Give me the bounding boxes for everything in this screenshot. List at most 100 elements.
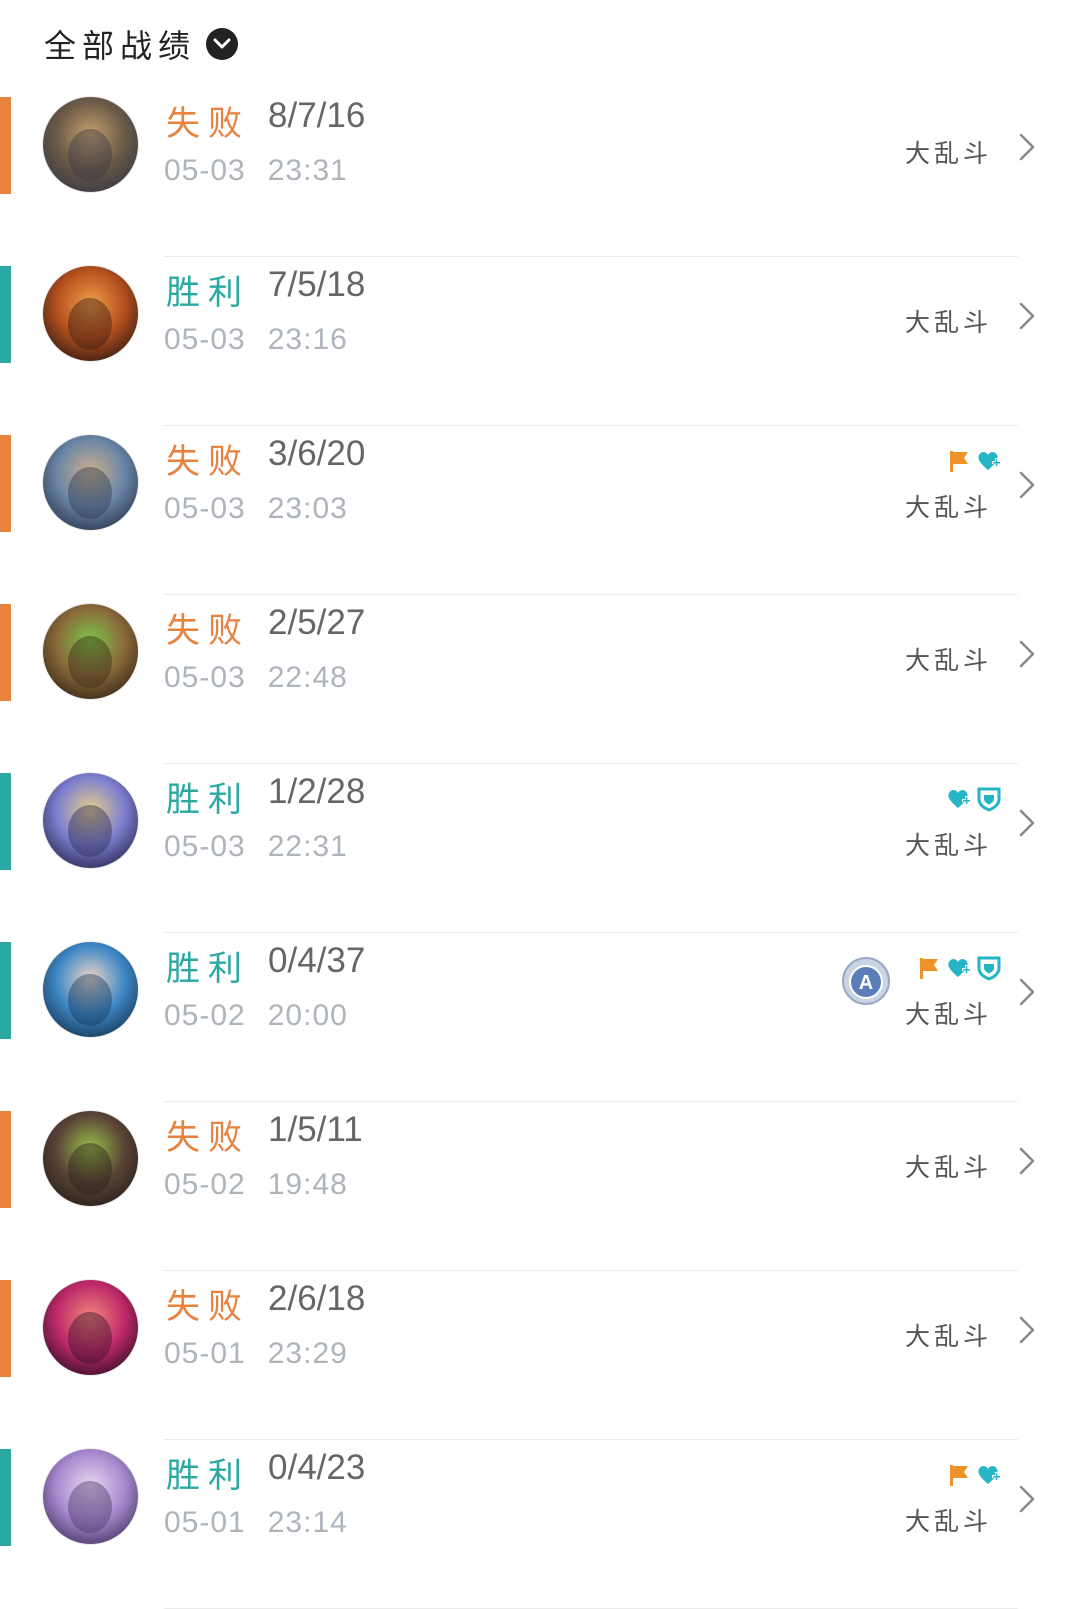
game-mode: 大乱斗 xyxy=(904,831,992,860)
match-date: 05-03 xyxy=(164,830,246,863)
kda-score: 8/7/16 xyxy=(268,96,366,135)
shield-icon xyxy=(976,955,1002,981)
match-datetime: 05-01 23:29 xyxy=(164,1337,348,1371)
match-time: 22:48 xyxy=(267,661,348,694)
champion-avatar xyxy=(43,1280,138,1375)
champion-avatar xyxy=(43,266,138,361)
heal-icon xyxy=(976,1462,1002,1488)
flag-icon xyxy=(946,448,972,474)
champion-avatar xyxy=(43,1449,138,1544)
game-mode: 大乱斗 xyxy=(904,493,992,522)
match-date: 05-03 xyxy=(164,323,246,356)
match-datetime: 05-01 23:14 xyxy=(164,1506,348,1540)
heal-icon xyxy=(946,955,972,981)
kda-score: 1/5/11 xyxy=(268,1110,363,1149)
match-date: 05-03 xyxy=(164,154,246,187)
achievement-badges xyxy=(916,955,1002,981)
match-row[interactable]: 失败 1/5/11 05-02 19:48 大乱斗 xyxy=(0,1102,1080,1271)
match-result: 胜利 xyxy=(166,780,250,820)
champion-avatar xyxy=(43,97,138,192)
match-result: 胜利 xyxy=(166,1456,250,1496)
match-date: 05-03 xyxy=(164,492,246,525)
result-indicator-strip xyxy=(0,604,11,701)
chevron-right-icon[interactable] xyxy=(1018,808,1036,842)
chevron-right-icon[interactable] xyxy=(1018,470,1036,504)
match-result: 失败 xyxy=(166,1287,250,1327)
match-result: 胜利 xyxy=(166,949,250,989)
svg-text:A: A xyxy=(859,972,873,994)
match-row[interactable]: 失败 2/5/27 05-03 22:48 大乱斗 xyxy=(0,595,1080,764)
game-mode: 大乱斗 xyxy=(904,1000,992,1029)
chevron-right-icon[interactable] xyxy=(1018,1146,1036,1180)
game-mode: 大乱斗 xyxy=(904,646,992,675)
shield-icon xyxy=(976,786,1002,812)
match-row[interactable]: 胜利 0/4/37 05-02 20:00 大乱斗 A xyxy=(0,933,1080,1102)
chevron-right-icon[interactable] xyxy=(1018,1315,1036,1349)
achievement-badges xyxy=(946,448,1002,474)
result-indicator-strip xyxy=(0,942,11,1039)
champion-avatar xyxy=(43,435,138,530)
match-datetime: 05-03 23:31 xyxy=(164,154,348,188)
match-datetime: 05-02 19:48 xyxy=(164,1168,348,1202)
match-result: 胜利 xyxy=(166,273,250,313)
match-time: 22:31 xyxy=(267,830,348,863)
match-date: 05-02 xyxy=(164,999,246,1032)
achievement-badges xyxy=(946,1462,1002,1488)
heal-icon xyxy=(946,786,972,812)
game-mode: 大乱斗 xyxy=(904,139,992,168)
match-time: 23:31 xyxy=(267,154,348,187)
rank-badge-icon: A xyxy=(840,955,892,1007)
match-row[interactable]: 胜利 1/2/28 05-03 22:31 大乱斗 xyxy=(0,764,1080,933)
match-time: 23:16 xyxy=(267,323,348,356)
result-indicator-strip xyxy=(0,435,11,532)
match-row[interactable]: 失败 3/6/20 05-03 23:03 大乱斗 xyxy=(0,426,1080,595)
kda-score: 3/6/20 xyxy=(268,434,366,473)
match-datetime: 05-03 23:03 xyxy=(164,492,348,526)
result-indicator-strip xyxy=(0,1280,11,1377)
kda-score: 7/5/18 xyxy=(268,265,366,304)
game-mode: 大乱斗 xyxy=(904,1322,992,1351)
filter-title: 全部战绩 xyxy=(44,27,197,65)
result-indicator-strip xyxy=(0,773,11,870)
result-indicator-strip xyxy=(0,1449,11,1546)
match-time: 20:00 xyxy=(267,999,348,1032)
flag-icon xyxy=(916,955,942,981)
match-time: 23:03 xyxy=(267,492,348,525)
match-result: 失败 xyxy=(166,611,250,651)
match-datetime: 05-03 23:16 xyxy=(164,323,348,357)
match-row[interactable]: 胜利 0/4/23 05-01 23:14 大乱斗 xyxy=(0,1440,1080,1609)
match-date: 05-03 xyxy=(164,661,246,694)
kda-score: 0/4/23 xyxy=(268,1448,366,1487)
match-datetime: 05-03 22:31 xyxy=(164,830,348,864)
game-mode: 大乱斗 xyxy=(904,308,992,337)
chevron-right-icon[interactable] xyxy=(1018,301,1036,335)
flag-icon xyxy=(946,1462,972,1488)
game-mode: 大乱斗 xyxy=(904,1153,992,1182)
match-datetime: 05-02 20:00 xyxy=(164,999,348,1033)
match-time: 23:14 xyxy=(267,1506,348,1539)
match-row[interactable]: 胜利 7/5/18 05-03 23:16 大乱斗 xyxy=(0,257,1080,426)
match-list: 失败 8/7/16 05-03 23:31 大乱斗 胜利 7/5/18 05-03… xyxy=(0,88,1080,1609)
chevron-right-icon[interactable] xyxy=(1018,977,1036,1011)
chevron-right-icon[interactable] xyxy=(1018,1484,1036,1518)
chevron-right-icon[interactable] xyxy=(1018,132,1036,166)
match-row[interactable]: 失败 8/7/16 05-03 23:31 大乱斗 xyxy=(0,88,1080,257)
champion-avatar xyxy=(43,942,138,1037)
heal-icon xyxy=(976,448,1002,474)
chevron-down-circle-icon[interactable] xyxy=(206,28,239,60)
result-indicator-strip xyxy=(0,97,11,194)
chevron-right-icon[interactable] xyxy=(1018,639,1036,673)
champion-avatar xyxy=(43,1111,138,1206)
kda-score: 0/4/37 xyxy=(268,941,366,980)
match-date: 05-01 xyxy=(164,1506,246,1539)
match-time: 23:29 xyxy=(267,1337,348,1370)
match-row[interactable]: 失败 2/6/18 05-01 23:29 大乱斗 xyxy=(0,1271,1080,1440)
champion-avatar xyxy=(43,604,138,699)
match-time: 19:48 xyxy=(267,1168,348,1201)
kda-score: 2/6/18 xyxy=(268,1279,366,1318)
match-datetime: 05-03 22:48 xyxy=(164,661,348,695)
filter-header[interactable]: 全部战绩 xyxy=(44,20,239,68)
match-date: 05-01 xyxy=(164,1337,246,1370)
game-mode: 大乱斗 xyxy=(904,1507,992,1536)
match-result: 失败 xyxy=(166,442,250,482)
